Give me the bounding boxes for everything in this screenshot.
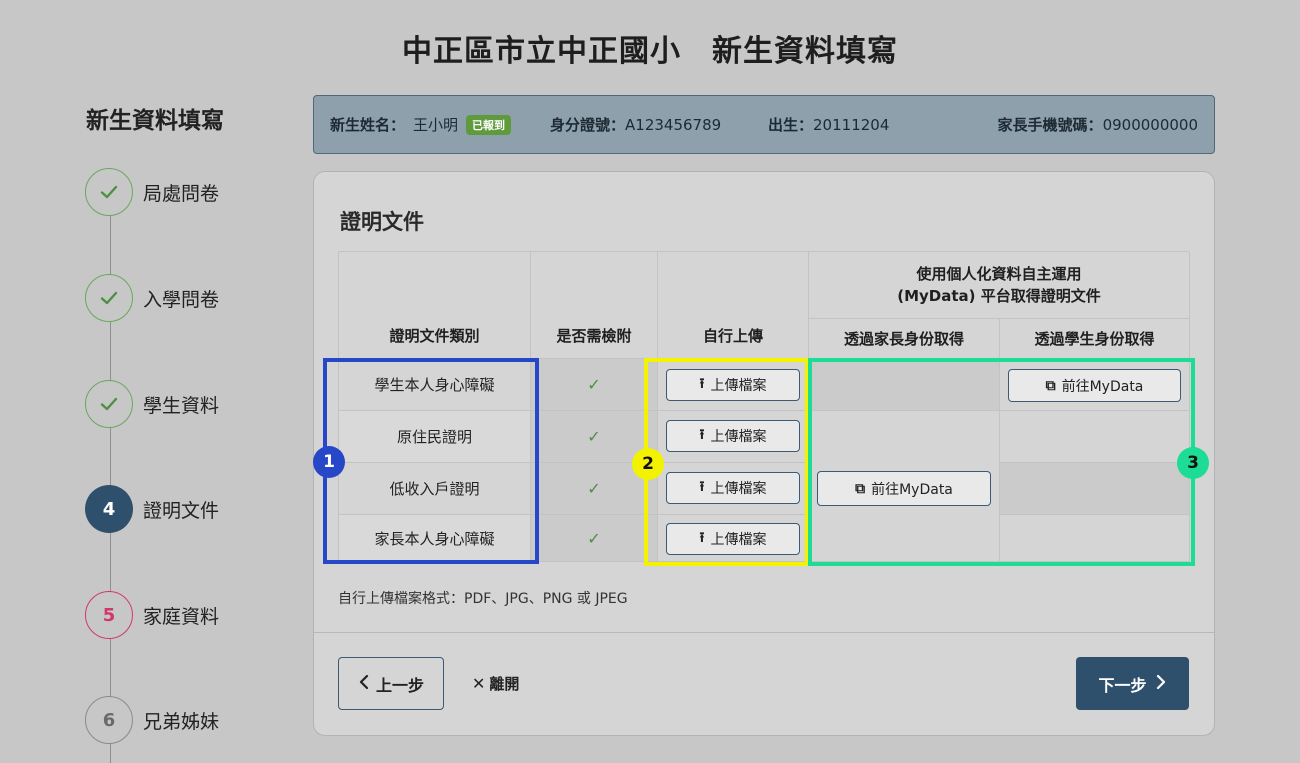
upload-icon: ⭱ — [699, 376, 705, 392]
step-label: 學生資料 — [143, 394, 220, 417]
upload-icon: ⭱ — [699, 479, 705, 495]
mydata-student-button[interactable]: ⧉ 前往MyData — [1008, 369, 1181, 402]
check-icon — [85, 380, 133, 428]
id-label: 身分證號： — [550, 116, 626, 134]
mydata-button-label: 前往MyData — [1061, 378, 1144, 395]
name-value: 王小明 — [413, 116, 459, 134]
next-step-button[interactable]: 下一步 — [1076, 657, 1189, 710]
step-label: 局處問卷 — [143, 182, 220, 205]
step-number: 6 — [85, 696, 133, 744]
doc-type-cell: 家長本人身心障礙 — [339, 515, 531, 562]
sidebar-title: 新生資料填寫 — [86, 108, 224, 134]
upload-button-label: 上傳檔案 — [710, 429, 767, 445]
check-icon — [85, 274, 133, 322]
step-enrollment-survey[interactable]: 入學問卷 — [85, 273, 219, 323]
status-badge: 已報到 — [466, 114, 512, 135]
upload-button[interactable]: ⭱ 上傳檔案 — [666, 420, 800, 452]
header-mydata-line1: 使用個人化資料自主運用 — [916, 265, 1082, 283]
check-icon — [85, 168, 133, 216]
header-doc-type: 證明文件類別 — [339, 252, 531, 359]
birth-label: 出生： — [768, 116, 814, 134]
upload-button-label: 上傳檔案 — [710, 481, 767, 497]
step-label: 證明文件 — [143, 499, 220, 522]
close-icon: ✕ — [472, 674, 486, 693]
header-via-student: 透過學生身份取得 — [1000, 319, 1190, 359]
step-number: 5 — [85, 591, 133, 639]
mydata-student-cell — [1000, 515, 1190, 562]
leave-button[interactable]: ✕ 離開 — [472, 673, 519, 694]
mydata-student-cell — [1000, 411, 1190, 463]
check-icon: ✓ — [531, 515, 658, 562]
phone-value: 0900000000 — [1102, 115, 1198, 134]
external-link-icon: ⧉ — [1045, 377, 1056, 394]
birth-value: 20111204 — [813, 115, 890, 134]
next-step-label: 下一步 — [1098, 675, 1147, 695]
step-family-info[interactable]: 5 家庭資料 — [85, 590, 219, 640]
page-title: 中正區市立中正國小 新生資料填寫 — [402, 34, 898, 69]
id-value: A123456789 — [625, 115, 722, 134]
leave-label: 離開 — [489, 675, 520, 693]
header-mydata-group: 使用個人化資料自主運用 (MyData) 平台取得證明文件 — [809, 252, 1190, 319]
check-icon: ✓ — [531, 359, 658, 411]
annotation-marker-3: 3 — [1177, 447, 1209, 479]
divider — [314, 632, 1214, 633]
upload-button[interactable]: ⭱ 上傳檔案 — [666, 472, 800, 504]
phone-label: 家長手機號碼： — [997, 116, 1103, 134]
prev-step-label: 上一步 — [375, 675, 424, 695]
mydata-parent-cell — [809, 359, 1000, 411]
upload-icon: ⭱ — [699, 530, 705, 546]
step-documents[interactable]: 4 證明文件 — [85, 484, 219, 534]
upload-icon: ⭱ — [699, 427, 705, 443]
student-info-bar: 新生姓名： 王小明 已報到 身分證號： A123456789 出生： 20111… — [313, 95, 1215, 154]
step-siblings[interactable]: 6 兄弟姊妹 — [85, 695, 219, 745]
step-number: 4 — [85, 485, 133, 533]
upload-button[interactable]: ⭱ 上傳檔案 — [666, 369, 800, 401]
doc-type-cell: 學生本人身心障礙 — [339, 359, 531, 411]
stepper-line-tail — [110, 744, 111, 763]
documents-table: 證明文件類別 是否需檢附 自行上傳 使用個人化資料自主運用 (MyData) 平… — [338, 251, 1190, 562]
chevron-right-icon — [1155, 674, 1167, 693]
step-label: 兄弟姊妹 — [143, 710, 220, 733]
step-label: 家庭資料 — [143, 605, 220, 628]
mydata-student-cell — [1000, 463, 1190, 515]
header-required: 是否需檢附 — [531, 252, 658, 359]
name-label: 新生姓名： — [330, 116, 406, 134]
section-title: 證明文件 — [340, 210, 424, 234]
header-self-upload: 自行上傳 — [658, 252, 809, 359]
step-local-survey[interactable]: 局處問卷 — [85, 167, 219, 217]
step-student-info[interactable]: 學生資料 — [85, 379, 219, 429]
upload-button[interactable]: ⭱ 上傳檔案 — [666, 523, 800, 555]
prev-step-button[interactable]: 上一步 — [338, 657, 444, 710]
external-link-icon: ⧉ — [855, 480, 866, 497]
step-label: 入學問卷 — [143, 288, 220, 311]
upload-button-label: 上傳檔案 — [710, 532, 767, 548]
mydata-button-label: 前往MyData — [871, 481, 953, 498]
upload-button-label: 上傳檔案 — [710, 378, 767, 394]
doc-type-cell: 低收入戶證明 — [339, 463, 531, 515]
doc-type-cell: 原住民證明 — [339, 411, 531, 463]
header-via-parent: 透過家長身份取得 — [809, 319, 1000, 359]
mydata-parent-button[interactable]: ⧉ 前往MyData — [817, 471, 991, 506]
file-format-note: 自行上傳檔案格式：PDF、JPG、PNG 或 JPEG — [338, 591, 628, 607]
header-mydata-line2: (MyData) 平台取得證明文件 — [897, 287, 1101, 305]
annotation-marker-1: 1 — [313, 446, 345, 478]
chevron-left-icon — [358, 674, 370, 693]
annotation-marker-2: 2 — [632, 448, 664, 480]
